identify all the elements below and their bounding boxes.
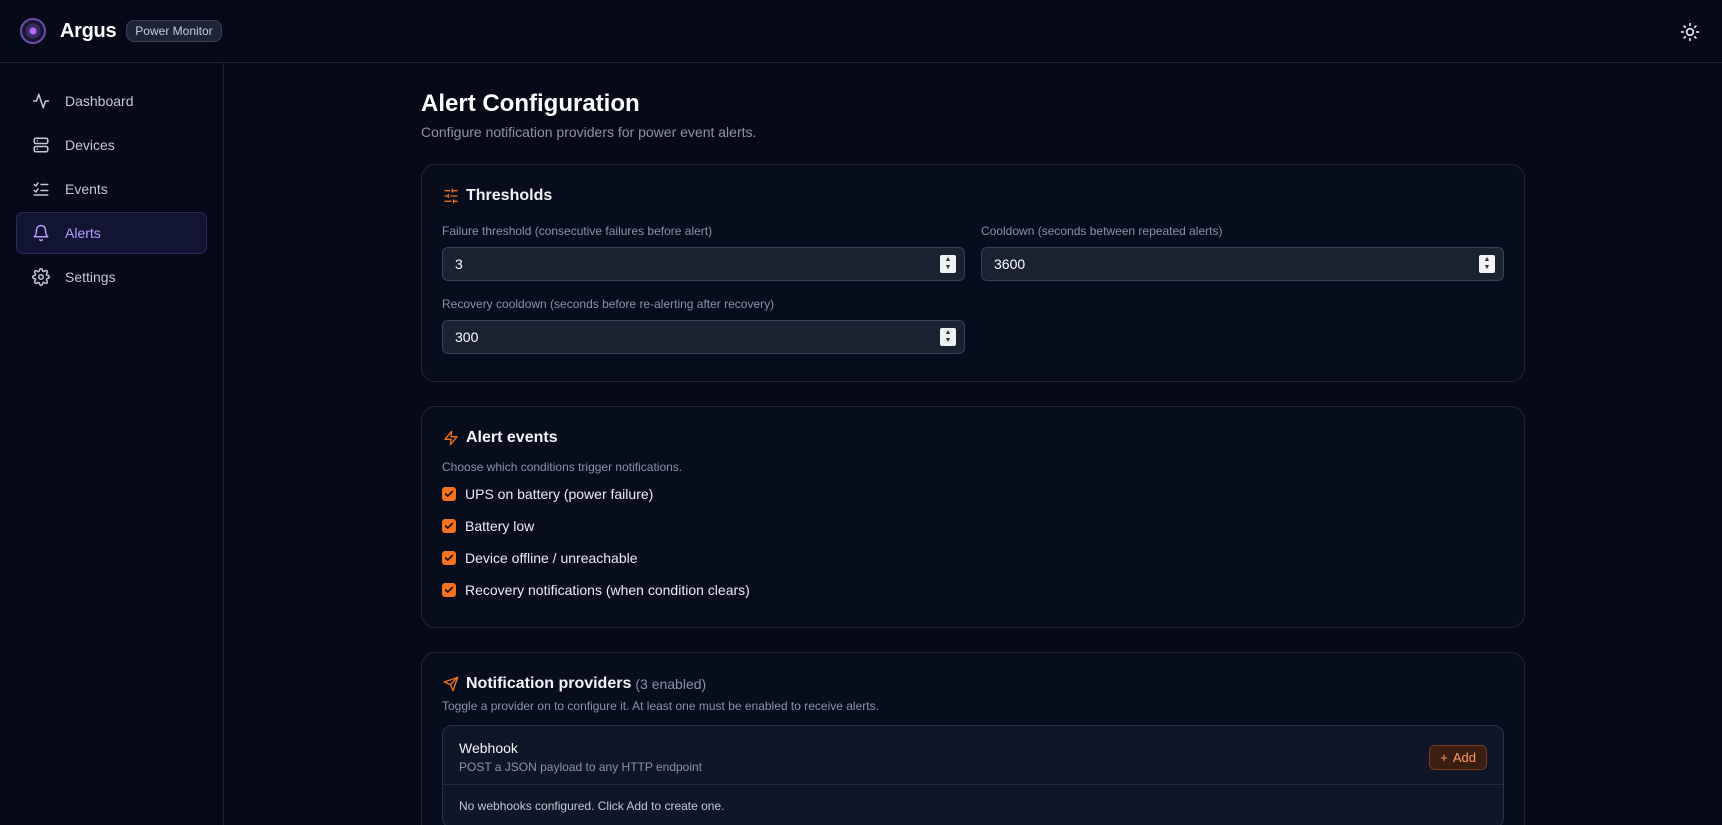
webhook-empty-state: No webhooks configured. Click Add to cre… [459,799,725,813]
chevron-down-icon: ▼ [1483,264,1491,271]
number-spinner[interactable]: ▲ ▼ [940,255,956,273]
app-badge: Power Monitor [126,20,222,42]
number-spinner[interactable]: ▲ ▼ [1479,255,1495,273]
sidebar-item-devices[interactable]: Devices [16,124,207,166]
chevron-up-icon: ▲ [944,329,952,336]
recovery-cooldown-label: Recovery cooldown (seconds before re-ale… [442,297,775,311]
alert-event-label: Device offline / unreachable [465,550,638,566]
cooldown-input-wrapper: ▲▼ [981,247,1504,281]
alert-event-option[interactable]: Battery low [442,515,1504,537]
server-icon [31,135,51,155]
sidebar-item-label: Devices [65,137,115,153]
alert-events-title: Alert events [466,429,558,446]
cooldown-label: Cooldown (seconds between repeated alert… [981,224,1223,238]
sidebar-item-label: Settings [65,269,116,285]
checkbox[interactable] [442,519,456,533]
checkbox[interactable] [442,487,456,501]
providers-count: (3 enabled) [635,676,707,692]
thresholds-title: Thresholds [466,187,553,204]
thresholds-heading: Thresholds [442,187,1504,205]
sidebar-item-dashboard[interactable]: Dashboard [16,80,207,122]
check-icon [444,586,454,593]
webhook-provider-description: POST a JSON payload to any HTTP endpoint [459,760,703,774]
failure-threshold-label: Failure threshold (consecutive failures … [442,224,713,238]
add-webhook-button[interactable]: + Add [1429,744,1487,770]
webhook-provider-header: Webhook POST a JSON payload to any HTTP … [443,726,1503,785]
chevron-up-icon: ▲ [944,256,952,263]
alert-event-label: Battery low [465,518,535,534]
failure-threshold-input-wrapper: ▲▼ [442,247,965,281]
providers-title: Notification providers [466,675,632,692]
top-bar: Argus Power Monitor [0,0,1722,63]
add-webhook-label: Add [1452,749,1476,765]
alert-event-label: Recovery notifications (when condition c… [465,582,750,598]
failure-threshold-input[interactable] [455,256,940,272]
alert-event-label: UPS on battery (power failure) [465,486,654,502]
number-spinner[interactable]: ▲ ▼ [940,328,956,346]
sidebar: Dashboard Devices Events Alerts Settings [0,63,224,825]
main-content: Alert Configuration Configure notificati… [421,63,1525,825]
chevron-down-icon: ▼ [944,337,952,344]
list-checks-icon [31,179,51,199]
app-name: Argus [60,19,117,42]
sidebar-item-alerts[interactable]: Alerts [16,212,207,254]
chevron-down-icon: ▼ [944,264,952,271]
webhook-provider-name: Webhook [459,740,518,756]
sliders-icon [442,187,460,205]
alert-event-option[interactable]: Device offline / unreachable [442,547,1504,569]
providers-heading: Notification providers (3 enabled) [442,675,1504,693]
bell-icon [31,223,51,243]
alert-events-description: Choose which conditions trigger notifica… [442,460,683,474]
alert-event-option[interactable]: UPS on battery (power failure) [442,483,1504,505]
notification-providers-card: Notification providers (3 enabled) Toggl… [421,652,1525,825]
recovery-cooldown-input-wrapper: ▲▼ [442,320,965,354]
sidebar-item-label: Alerts [65,225,101,241]
activity-icon [31,91,51,111]
check-icon [444,522,454,529]
chevron-up-icon: ▲ [1483,256,1491,263]
cooldown-input[interactable] [994,256,1479,272]
argus-logo-icon[interactable] [20,18,46,44]
page-title: Alert Configuration [421,90,640,117]
thresholds-card: Thresholds Failure threshold (consecutiv… [421,164,1525,382]
providers-description: Toggle a provider on to configure it. At… [442,699,879,713]
checkbox[interactable] [442,583,456,597]
webhook-provider: Webhook POST a JSON payload to any HTTP … [442,725,1504,825]
plus-icon: + [1440,749,1448,765]
check-icon [444,490,454,497]
recovery-cooldown-input[interactable] [455,329,940,345]
sidebar-item-label: Events [65,181,108,197]
alert-event-option[interactable]: Recovery notifications (when condition c… [442,579,1504,601]
checkbox[interactable] [442,551,456,565]
page-subtitle: Configure notification providers for pow… [421,124,757,140]
sidebar-item-settings[interactable]: Settings [16,256,207,298]
send-icon [442,675,460,693]
alert-events-heading: Alert events [442,429,1504,447]
theme-toggle-button[interactable] [1678,20,1702,44]
gear-icon [31,267,51,287]
alert-events-card: Alert events Choose which conditions tri… [421,406,1525,628]
sidebar-item-label: Dashboard [65,93,134,109]
sidebar-item-events[interactable]: Events [16,168,207,210]
check-icon [444,554,454,561]
zap-icon [442,429,460,447]
sun-icon [1680,22,1700,42]
